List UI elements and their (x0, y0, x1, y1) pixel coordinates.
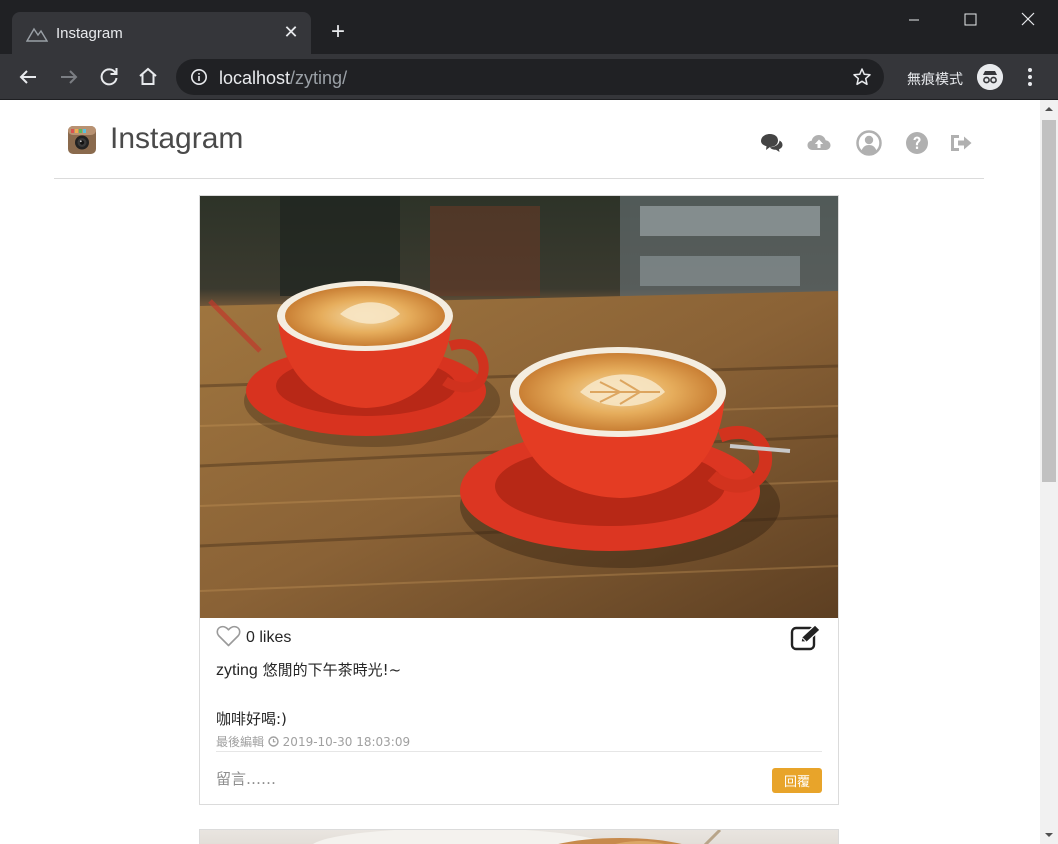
post-meta: 最後編輯 2019-10-30 18:03:09 (216, 733, 410, 750)
post-caption: zyting 悠閒的下午茶時光!~ 咖啡好喝:) (216, 658, 401, 731)
home-icon[interactable] (134, 63, 162, 91)
user-profile-icon[interactable] (856, 130, 882, 156)
forward-arrow-icon[interactable] (55, 63, 83, 91)
new-tab-button[interactable]: + (326, 20, 350, 44)
post-timestamp: 2019-10-30 18:03:09 (282, 735, 411, 749)
reply-button[interactable]: 回覆 (772, 768, 822, 793)
bookmark-star-icon[interactable] (852, 67, 872, 87)
browser-titlebar: Instagram ✕ + (0, 0, 1058, 54)
url-path: /zyting/ (290, 68, 348, 88)
cloud-upload-icon[interactable] (806, 130, 832, 156)
next-post-card[interactable] (199, 829, 839, 844)
url-host: localhost (219, 68, 291, 88)
page-scrollbar[interactable] (1040, 100, 1058, 844)
reload-icon[interactable] (95, 63, 123, 91)
help-question-icon[interactable] (904, 130, 930, 156)
menu-dots-icon[interactable] (1020, 66, 1040, 88)
incognito-icon[interactable] (977, 64, 1003, 90)
post-card: 0 likes zyting 悠閒的下午茶時光!~ 咖啡好喝:) 最後編輯 20… (199, 195, 839, 805)
site-logo-text[interactable]: Instagram (110, 122, 243, 156)
logout-icon[interactable] (948, 130, 974, 156)
info-icon[interactable] (190, 68, 208, 86)
post-photo-coffee[interactable] (200, 196, 838, 618)
url-text[interactable]: localhost/zyting/ (219, 68, 347, 89)
scroll-down-arrow-icon[interactable] (1040, 826, 1058, 844)
page-viewport: Instagram 0 likes zyting 悠閒的下午茶時光!~ 咖啡好喝… (0, 100, 1040, 844)
edited-label: 最後編輯 (216, 735, 265, 749)
browser-toolbar: localhost/zyting/ 無痕模式 (0, 54, 1058, 100)
next-post-photo[interactable] (200, 830, 838, 844)
incognito-label: 無痕模式 (907, 72, 963, 88)
scroll-up-arrow-icon[interactable] (1040, 100, 1058, 118)
post-author[interactable]: zyting (216, 662, 258, 679)
heart-like-icon[interactable] (216, 625, 241, 647)
mountain-icon (26, 27, 48, 42)
clock-icon (268, 736, 279, 747)
minimize-icon[interactable] (891, 8, 937, 32)
window-close-icon[interactable] (1005, 8, 1051, 32)
tab-close-icon[interactable]: ✕ (281, 22, 301, 42)
address-bar[interactable]: localhost/zyting/ (176, 59, 884, 95)
browser-tab[interactable]: Instagram ✕ (12, 12, 311, 54)
site-header: Instagram (54, 100, 984, 179)
comment-input[interactable] (216, 767, 756, 791)
maximize-icon[interactable] (947, 8, 993, 32)
back-arrow-icon[interactable] (14, 63, 42, 91)
instagram-logo-icon[interactable] (68, 126, 96, 154)
chat-icon[interactable] (758, 130, 784, 156)
scroll-thumb[interactable] (1042, 120, 1056, 482)
comment-divider (216, 751, 822, 752)
likes-count: 0 likes (246, 629, 292, 646)
tab-title: Instagram (56, 25, 123, 42)
edit-post-icon[interactable] (790, 624, 822, 652)
